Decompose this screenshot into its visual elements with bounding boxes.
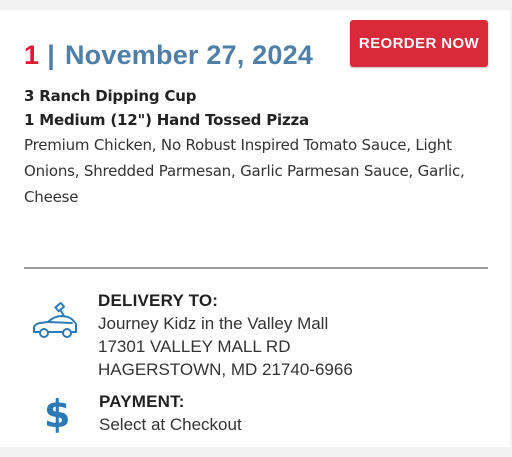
delivery-car-icon <box>30 301 80 342</box>
payment-method-value: Select at Checkout <box>99 415 242 434</box>
delivery-address-line: Journey Kidz in the Valley Mall <box>98 314 329 333</box>
order-item-description-line: Onions, Shredded Parmesan, Garlic Parmes… <box>24 162 465 180</box>
order-items-list: 3 Ranch Dipping Cup 1 Medium (12") Hand … <box>24 84 484 210</box>
header-separator: | <box>47 39 55 70</box>
dollar-sign-icon: $ <box>44 392 71 436</box>
order-card: 1 | November 27, 2024 REORDER NOW 3 Ranc… <box>0 10 510 447</box>
delivery-address-line: 17301 VALLEY MALL RD <box>98 337 291 356</box>
reorder-now-button[interactable]: REORDER NOW <box>350 20 488 67</box>
order-item-name: 3 Ranch Dipping Cup <box>24 87 197 105</box>
order-item-name: 1 Medium (12") Hand Tossed Pizza <box>24 111 309 129</box>
delivery-section: DELIVERY TO: Journey Kidz in the Valley … <box>98 290 353 381</box>
order-item-description-line: Cheese <box>24 188 79 206</box>
order-date: November 27, 2024 <box>64 39 314 70</box>
delivery-address-line: HAGERSTOWN, MD 21740-6966 <box>98 360 353 379</box>
order-number: 1 <box>24 39 40 70</box>
delivery-title: DELIVERY TO: <box>98 291 219 310</box>
section-divider <box>24 267 488 269</box>
order-item-description-line: Premium Chicken, No Robust Inspired Toma… <box>24 136 452 154</box>
payment-section: PAYMENT: Select at Checkout <box>99 391 242 436</box>
payment-title: PAYMENT: <box>99 392 185 411</box>
order-header: 1 | November 27, 2024 <box>24 30 313 80</box>
